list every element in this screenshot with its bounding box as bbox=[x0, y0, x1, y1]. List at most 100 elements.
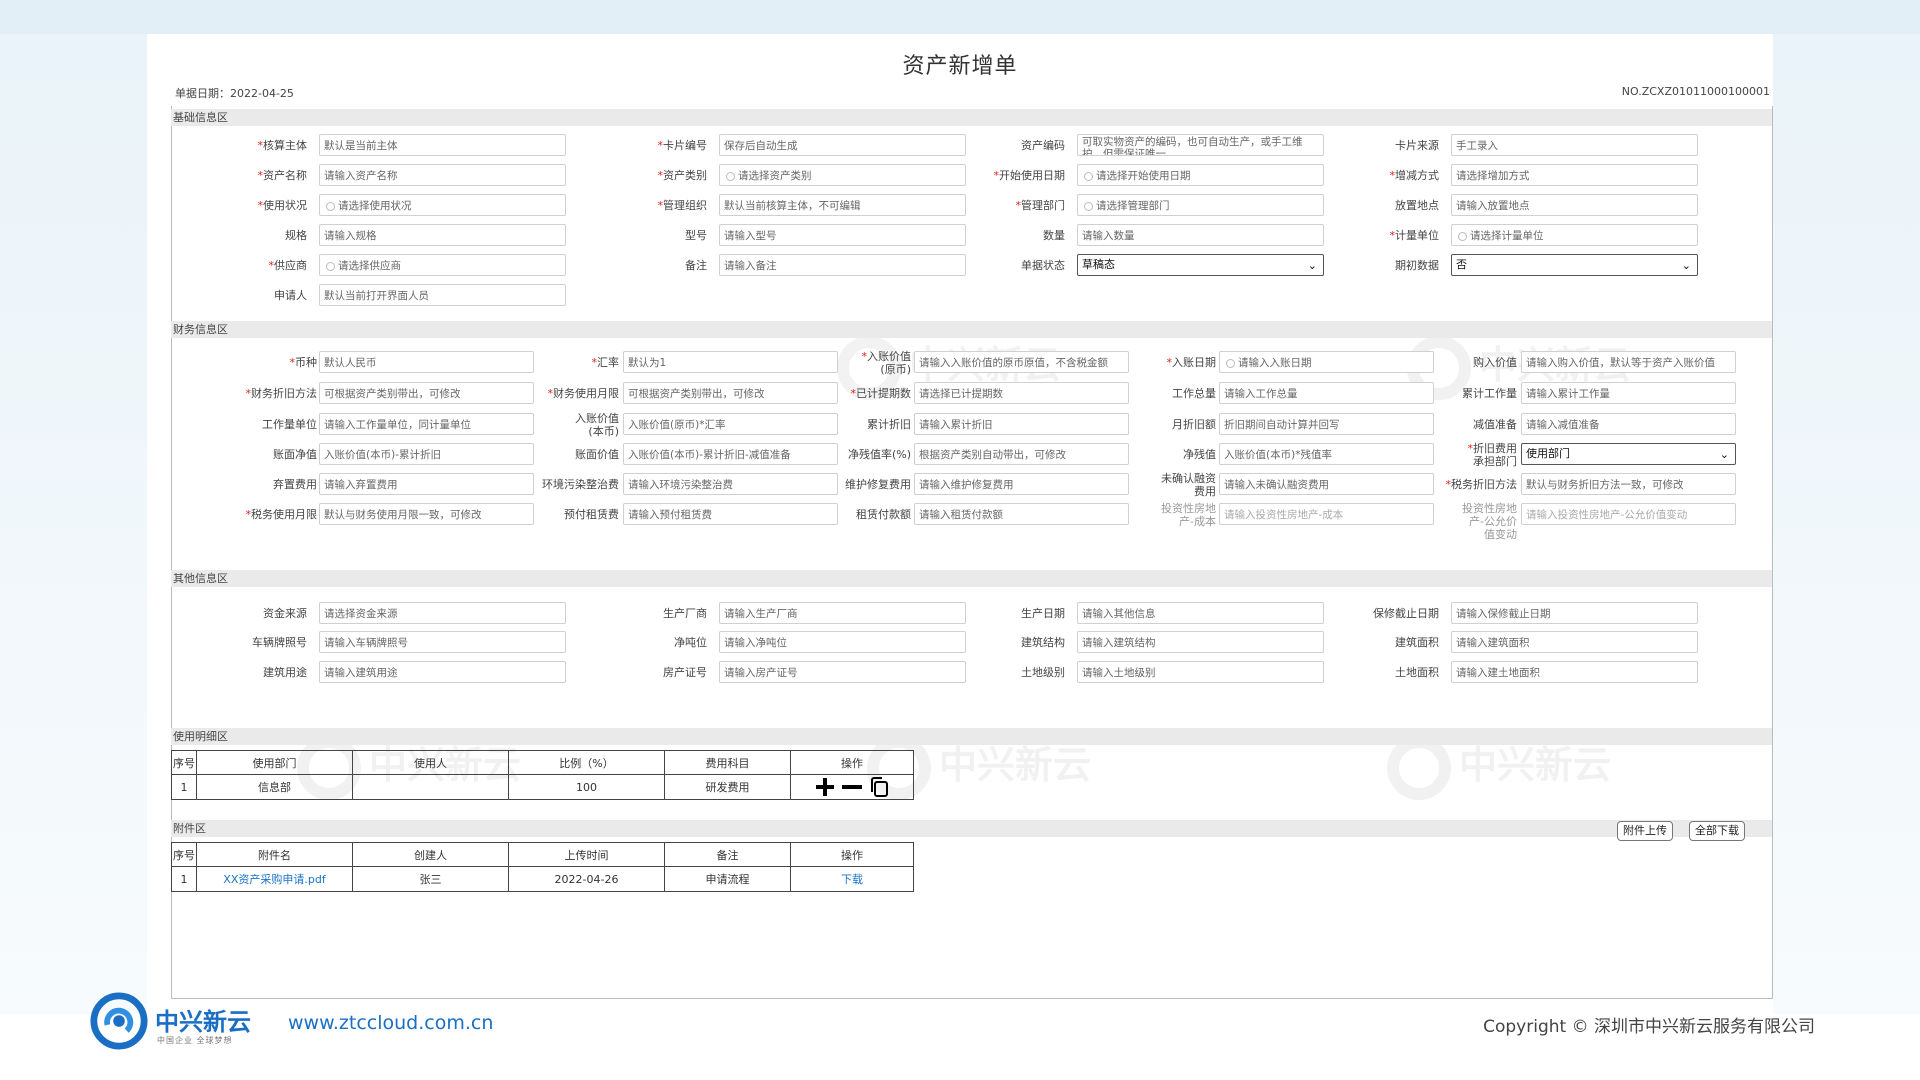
input-field[interactable]: 入账价值(本币)*残值率 bbox=[1219, 443, 1434, 465]
input-field[interactable]: 请选择资产类别 bbox=[719, 164, 966, 186]
input-field[interactable]: 手工录入 bbox=[1451, 134, 1698, 156]
input-field[interactable]: 默认为1 bbox=[623, 351, 838, 373]
input-field[interactable]: 请输入放置地点 bbox=[1451, 194, 1698, 216]
input-field[interactable]: 默认人民币 bbox=[319, 351, 534, 373]
input-field[interactable]: 请选择计量单位 bbox=[1451, 224, 1698, 246]
input-field[interactable]: 请输入净吨位 bbox=[719, 631, 966, 653]
input-field[interactable]: 请输入弃置费用 bbox=[319, 473, 534, 495]
input-field[interactable]: 请输入累计工作量 bbox=[1521, 382, 1736, 404]
field-label-text: 开始使用日期 bbox=[999, 169, 1065, 182]
upload-attachment-button[interactable]: 附件上传 bbox=[1617, 821, 1673, 841]
input-field[interactable]: 请输入生产厂商 bbox=[719, 602, 966, 624]
add-row-icon[interactable] bbox=[815, 777, 835, 797]
cell-subject[interactable]: 研发费用 bbox=[664, 774, 791, 800]
field-label-text: 账面价值 bbox=[575, 448, 619, 461]
input-field[interactable]: 请输入购入价值，默认等于资产入账价值 bbox=[1521, 351, 1736, 373]
attachment-file-link[interactable]: XX资产采购申请.pdf bbox=[196, 866, 353, 892]
input-field[interactable]: 请输入维护修复费用 bbox=[914, 473, 1129, 495]
input-field[interactable]: 请输入减值准备 bbox=[1521, 413, 1736, 435]
download-link[interactable]: 下载 bbox=[790, 866, 914, 892]
input-field[interactable]: 请输入累计折旧 bbox=[914, 413, 1129, 435]
input-field[interactable]: 默认与财务使用月限一致，可修改 bbox=[319, 503, 534, 525]
input-field[interactable]: 请输入备注 bbox=[719, 254, 966, 276]
input-placeholder: 请输入资产名称 bbox=[324, 170, 398, 182]
input-field[interactable]: 默认当前打开界面人员 bbox=[319, 284, 566, 306]
footer-website-link[interactable]: www.ztccloud.com.cn bbox=[288, 1012, 493, 1034]
input-field[interactable]: 请输入保修截止日期 bbox=[1451, 602, 1698, 624]
input-placeholder: 请输入预付租赁费 bbox=[628, 509, 712, 521]
input-field[interactable]: 请输入土地级别 bbox=[1077, 661, 1324, 683]
input-field[interactable]: 请选择开始使用日期 bbox=[1077, 164, 1324, 186]
field-label: *汇率 bbox=[537, 356, 620, 369]
input-field[interactable]: 请选择资金来源 bbox=[319, 602, 566, 624]
input-field[interactable]: 请输入建筑结构 bbox=[1077, 631, 1324, 653]
field-label: *税务使用月限 bbox=[237, 508, 318, 521]
field-label: 投资性房地产-公允价值变动 bbox=[1459, 502, 1517, 541]
field-label: 未确认融资费用 bbox=[1158, 472, 1216, 498]
input-field[interactable]: 请输入投资性房地产-成本 bbox=[1219, 503, 1434, 525]
select-field[interactable]: 草稿态 ⌄ bbox=[1077, 254, 1324, 276]
field-label: 投资性房地产-成本 bbox=[1158, 502, 1216, 528]
field-label: 生产厂商 bbox=[607, 607, 707, 620]
input-field[interactable]: 入账价值(原币)*汇率 bbox=[623, 413, 838, 435]
input-field[interactable]: 可取实物资产的编码，也可自动生产，或手工维护，但需保证唯一 bbox=[1077, 134, 1324, 156]
field-label: 购入价值 bbox=[1415, 356, 1517, 369]
input-field[interactable]: 请选择增加方式 bbox=[1451, 164, 1698, 186]
input-field[interactable]: 请输入资产名称 bbox=[319, 164, 566, 186]
input-field[interactable]: 请输入房产证号 bbox=[719, 661, 966, 683]
cell-ratio[interactable]: 100 bbox=[508, 774, 665, 800]
input-field[interactable]: 请输入投资性房地产-公允价值变动 bbox=[1521, 503, 1736, 525]
input-field[interactable]: 请输入工作总量 bbox=[1219, 382, 1434, 404]
download-all-button[interactable]: 全部下载 bbox=[1689, 821, 1745, 841]
copy-row-icon[interactable] bbox=[869, 777, 889, 797]
section-other-info: 其他信息区 bbox=[171, 570, 1772, 587]
input-field[interactable]: 请输入预付租赁费 bbox=[623, 503, 838, 525]
input-placeholder: 请输入减值准备 bbox=[1526, 419, 1600, 431]
cell-user[interactable] bbox=[352, 774, 509, 800]
input-field[interactable]: 请输入车辆牌照号 bbox=[319, 631, 566, 653]
select-field[interactable]: 使用部门 ⌄ bbox=[1521, 443, 1736, 465]
input-field[interactable]: 入账价值(本币)-累计折旧 bbox=[319, 443, 534, 465]
cell-dept[interactable]: 信息部 bbox=[196, 774, 353, 800]
input-field[interactable]: 请输入入账价值的原币原值，不含税金额 bbox=[914, 351, 1129, 373]
input-placeholder: 折旧期间自动计算并回写 bbox=[1224, 419, 1340, 431]
input-field[interactable]: 默认当前核算主体，不可编辑 bbox=[719, 194, 966, 216]
input-field[interactable]: 根据资产类别自动带出，可修改 bbox=[914, 443, 1129, 465]
input-field[interactable]: 折旧期间自动计算并回写 bbox=[1219, 413, 1434, 435]
input-placeholder: 请选择计量单位 bbox=[1470, 230, 1544, 242]
input-field[interactable]: 可根据资产类别带出，可修改 bbox=[623, 382, 838, 404]
remove-row-icon[interactable] bbox=[841, 777, 863, 797]
input-field[interactable]: 请输入建筑用途 bbox=[319, 661, 566, 683]
input-placeholder: 请输入建筑结构 bbox=[1082, 637, 1156, 649]
input-field[interactable]: 请输入建筑面积 bbox=[1451, 631, 1698, 653]
input-field[interactable]: 保存后自动生成 bbox=[719, 134, 966, 156]
input-field[interactable]: 请选择已计提期数 bbox=[914, 382, 1129, 404]
input-field[interactable]: 默认是当前主体 bbox=[319, 134, 566, 156]
input-field[interactable]: 可根据资产类别带出，可修改 bbox=[319, 382, 534, 404]
field-label: 累计工作量 bbox=[1415, 387, 1517, 400]
field-label: *折旧费用承担部门 bbox=[1459, 442, 1518, 468]
column-header: 操作 bbox=[790, 842, 914, 867]
input-placeholder: 请输入未确认融资费用 bbox=[1224, 479, 1329, 491]
input-field[interactable]: 请输入工作量单位，同计量单位 bbox=[319, 413, 534, 435]
input-field[interactable]: 入账价值(本币)-累计折旧-减值准备 bbox=[623, 443, 838, 465]
input-field[interactable]: 请输入建土地面积 bbox=[1451, 661, 1698, 683]
input-field[interactable]: 请输入规格 bbox=[319, 224, 566, 246]
input-field[interactable]: 请输入入账日期 bbox=[1219, 351, 1434, 373]
input-field[interactable]: 默认与财务折旧方法一致，可修改 bbox=[1521, 473, 1736, 495]
input-field[interactable]: 请输入租赁付款额 bbox=[914, 503, 1129, 525]
input-placeholder: 入账价值(本币)-累计折旧 bbox=[324, 449, 441, 461]
field-label: *供应商 bbox=[207, 259, 308, 272]
input-field[interactable]: 请输入数量 bbox=[1077, 224, 1324, 246]
column-header: 创建人 bbox=[352, 842, 509, 867]
input-field[interactable]: 请输入环境污染整治费 bbox=[623, 473, 838, 495]
input-field[interactable]: 请选择供应商 bbox=[319, 254, 566, 276]
input-field[interactable]: 请输入未确认融资费用 bbox=[1219, 473, 1434, 495]
input-placeholder: 请输入型号 bbox=[724, 230, 777, 242]
input-field[interactable]: 请选择管理部门 bbox=[1077, 194, 1324, 216]
input-field[interactable]: 请输入其他信息 bbox=[1077, 602, 1324, 624]
input-field[interactable]: 请选择使用状况 bbox=[319, 194, 566, 216]
field-label-text: 备注 bbox=[685, 259, 707, 272]
select-field[interactable]: 否 ⌄ bbox=[1451, 254, 1698, 276]
input-field[interactable]: 请输入型号 bbox=[719, 224, 966, 246]
